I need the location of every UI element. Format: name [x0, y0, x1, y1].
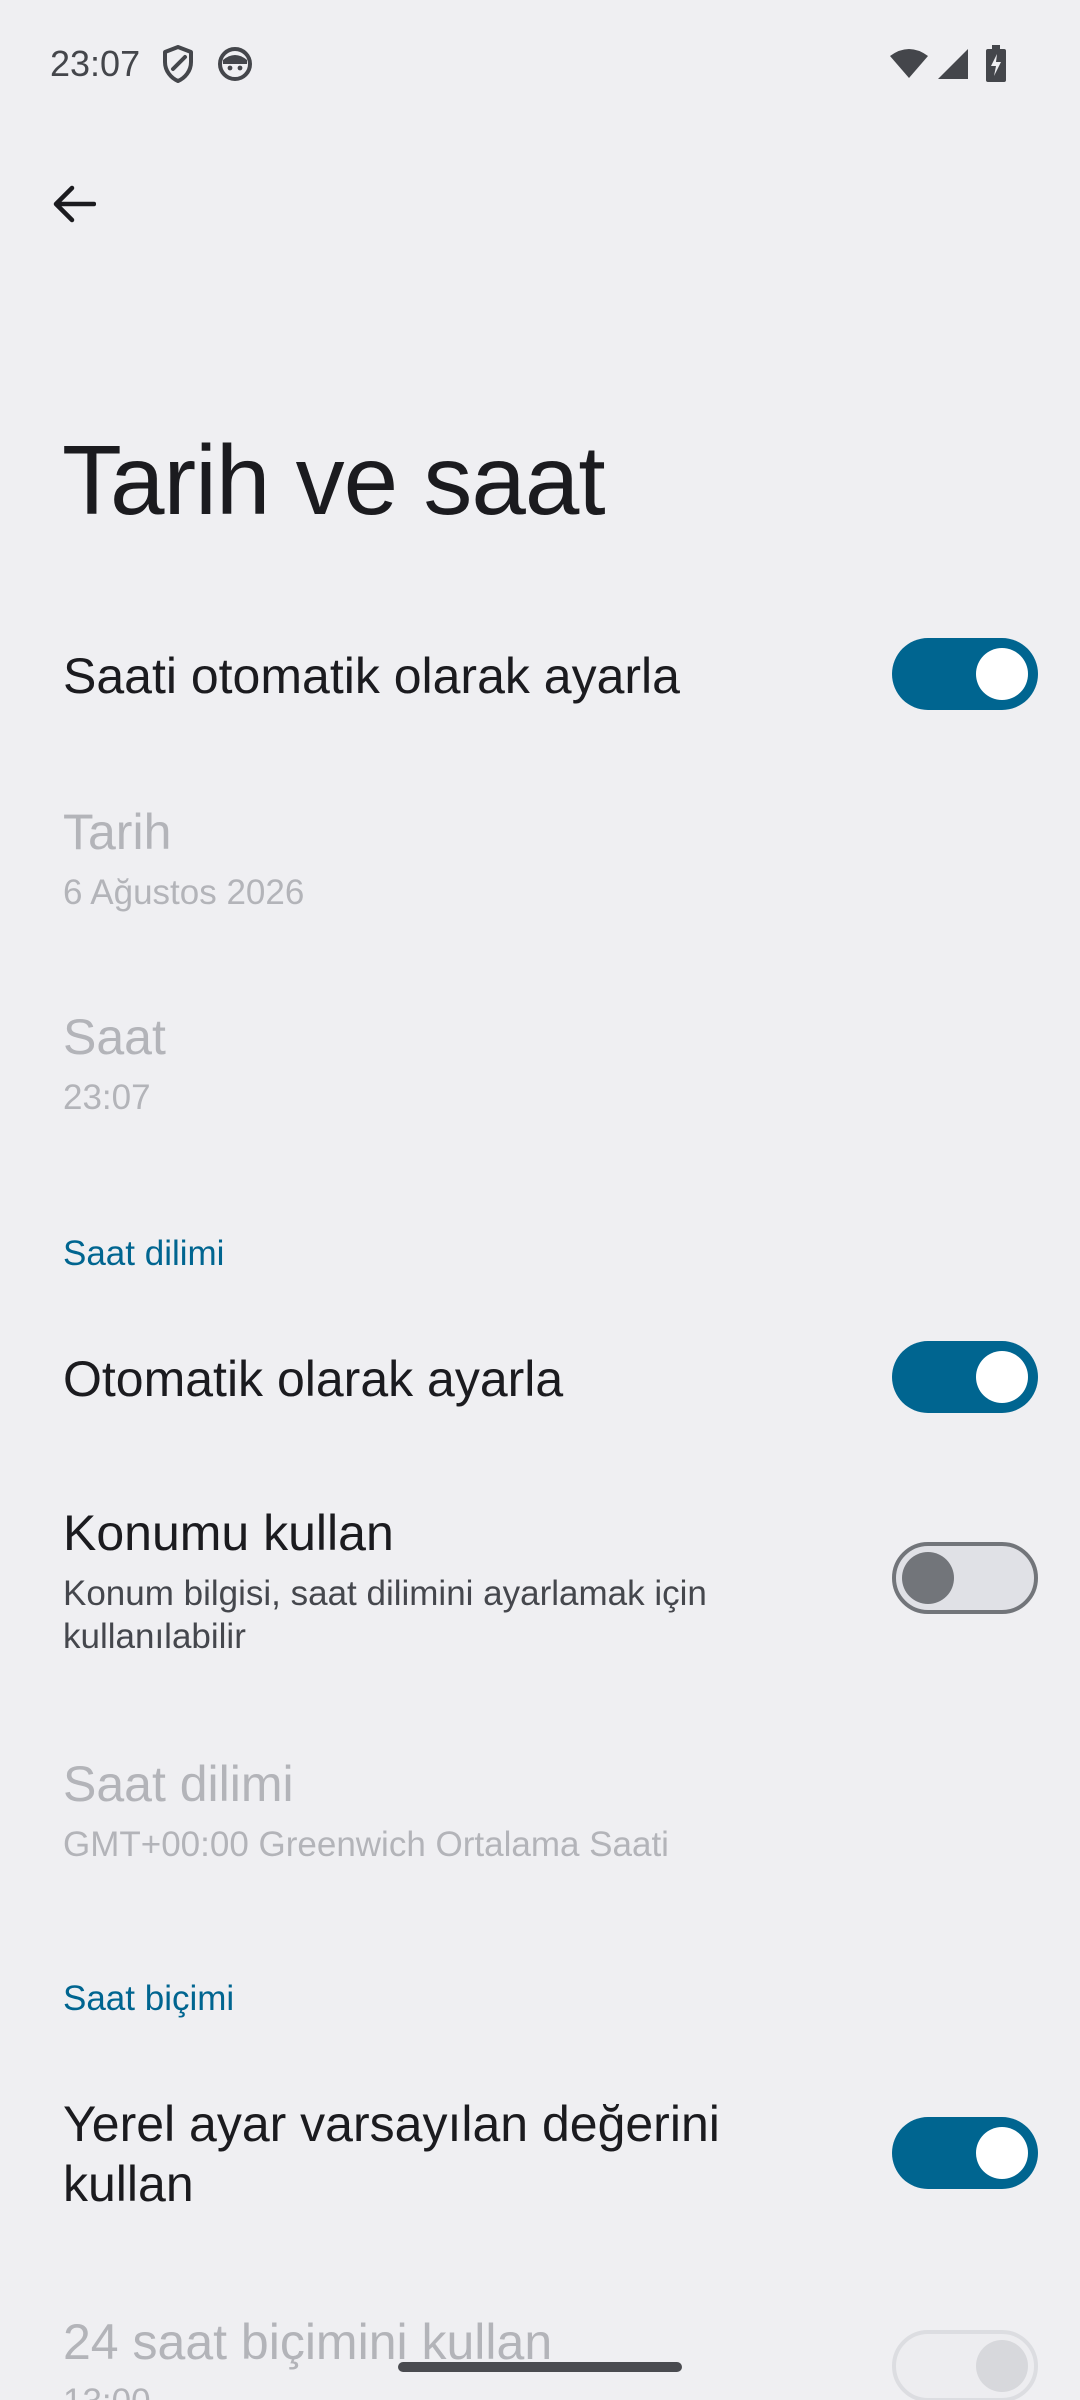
navigation-handle[interactable] [398, 2362, 682, 2372]
back-button[interactable] [34, 164, 114, 244]
date-title: Tarih [63, 804, 172, 860]
use-location-switch[interactable] [892, 1542, 1038, 1614]
use-locale-default-title: Yerel ayar varsayılan değerini kullan [63, 2096, 720, 2212]
battery-charging-icon [982, 44, 1010, 84]
use-location-setting[interactable]: Konumu kullan Konum bilgisi, saat dilimi… [0, 1480, 1080, 1680]
use-location-title: Konumu kullan [63, 1505, 394, 1561]
date-value: 6 Ağustos 2026 [63, 873, 305, 912]
auto-timezone-setting[interactable]: Otomatik olarak ayarla [0, 1302, 1080, 1452]
use-24-hour-switch[interactable] [892, 2330, 1038, 2400]
status-bar: 23:07 [0, 0, 1080, 130]
auto-timezone-switch[interactable] [892, 1341, 1038, 1413]
use-24-hour-setting[interactable]: 24 saat biçimini kullan 13:00 [0, 2300, 1080, 2400]
switch-thumb [902, 1552, 954, 1604]
use-locale-default-setting[interactable]: Yerel ayar varsayılan değerini kullan [0, 2070, 1080, 2240]
timezone-category-header: Saat dilimi [63, 1234, 225, 1273]
time-title: Saat [63, 1009, 166, 1065]
use-24-hour-summary: 13:00 [63, 2380, 151, 2400]
shield-icon [158, 44, 198, 84]
wifi-icon [888, 44, 930, 84]
auto-time-title: Saati otomatik olarak ayarla [63, 648, 680, 704]
timezone-title: Saat dilimi [63, 1756, 294, 1812]
auto-timezone-title: Otomatik olarak ayarla [63, 1351, 564, 1407]
back-arrow-icon [53, 185, 96, 223]
switch-thumb [976, 2340, 1028, 2392]
face-icon [214, 44, 256, 84]
format-category-header: Saat biçimi [63, 1979, 235, 2018]
use-locale-default-switch[interactable] [892, 2117, 1038, 2189]
cell-signal-icon [934, 44, 972, 84]
switch-thumb [976, 648, 1028, 700]
page-title: Tarih ve saat [62, 425, 606, 535]
timezone-value: GMT+00:00 Greenwich Ortalama Saati [63, 1825, 669, 1864]
use-location-summary: Konum bilgisi, saat dilimini ayarlamak i… [63, 1574, 707, 1656]
switch-thumb [976, 1351, 1028, 1403]
status-time: 23:07 [50, 43, 141, 84]
timezone-setting[interactable]: Saat dilimi GMT+00:00 Greenwich Ortalama… [0, 1730, 1080, 1890]
auto-time-switch[interactable] [892, 638, 1038, 710]
time-value: 23:07 [63, 1078, 151, 1117]
switch-thumb [976, 2127, 1028, 2179]
date-setting[interactable]: Tarih 6 Ağustos 2026 [0, 780, 1080, 940]
auto-time-setting[interactable]: Saati otomatik olarak ayarla [0, 600, 1080, 750]
time-setting[interactable]: Saat 23:07 [0, 985, 1080, 1145]
